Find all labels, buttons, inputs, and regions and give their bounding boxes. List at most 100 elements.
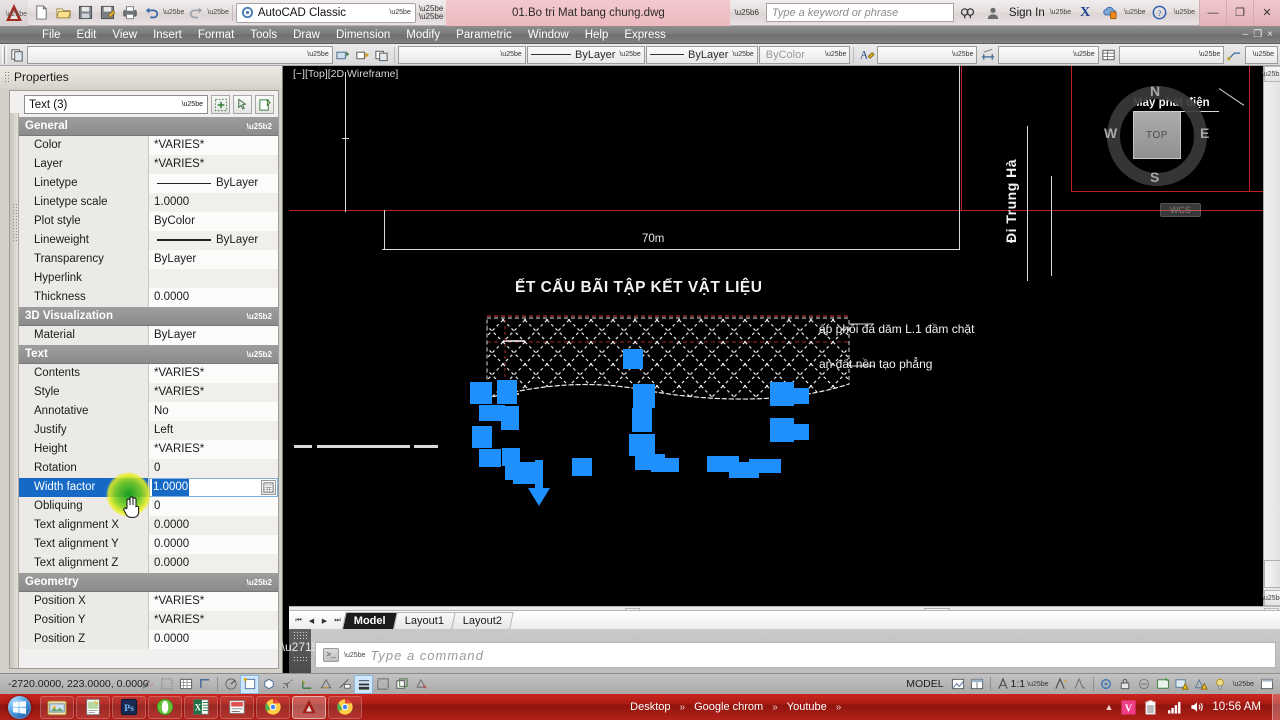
- open-icon[interactable]: [53, 2, 74, 23]
- property-value[interactable]: *VARIES*: [149, 154, 278, 174]
- auto-scale-icon[interactable]: [1071, 675, 1090, 694]
- menu-item-draw[interactable]: Draw: [285, 26, 328, 44]
- collapse-icon[interactable]: \u25b2: [247, 312, 272, 321]
- doc-minimize-button[interactable]: –: [1243, 29, 1249, 40]
- property-value[interactable]: *VARIES*: [149, 382, 278, 402]
- selection-grip[interactable]: [501, 406, 519, 430]
- tray-expand-icon[interactable]: ▲: [1104, 702, 1113, 712]
- category-geometry[interactable]: Geometry \u25b2: [19, 573, 278, 592]
- menu-item-modify[interactable]: Modify: [398, 26, 448, 44]
- toggle-pickadd-button[interactable]: [255, 95, 274, 114]
- quick-select-button[interactable]: [211, 95, 230, 114]
- chevron-down-icon[interactable]: \u25be: [1253, 51, 1274, 58]
- selected-drawing-detail[interactable]: [459, 276, 1019, 451]
- palette-side-bar[interactable]: [10, 113, 19, 668]
- ucs-indicator[interactable]: WCS: [1160, 203, 1201, 217]
- command-input[interactable]: >_ \u25be Type a command: [315, 642, 1276, 668]
- scroll-down-button[interactable]: \u25bc: [1262, 590, 1280, 606]
- taskbar-chrome-2[interactable]: [328, 695, 362, 719]
- category-general[interactable]: General \u25b2: [19, 117, 278, 136]
- first-layout-button[interactable]: ⏮: [292, 612, 305, 629]
- menu-item-insert[interactable]: Insert: [145, 26, 190, 44]
- unikey-tray-icon[interactable]: V: [1120, 699, 1136, 715]
- property-value[interactable]: Left: [149, 420, 278, 440]
- menu-item-format[interactable]: Format: [190, 26, 242, 44]
- lineweight-toggle[interactable]: [354, 674, 373, 694]
- property-value[interactable]: 1.0000: [149, 192, 278, 212]
- collapse-icon[interactable]: \u25b2: [247, 122, 272, 131]
- toolbar-youtube-label[interactable]: Youtube: [782, 701, 832, 713]
- menu-item-tools[interactable]: Tools: [242, 26, 285, 44]
- show-desktop-button[interactable]: [1271, 694, 1280, 720]
- property-row-text-alignment-x[interactable]: Text alignment X 0.0000: [19, 515, 278, 535]
- selection-type-combo[interactable]: Text (3) \u25be: [24, 95, 208, 114]
- chevron-down-icon[interactable]: \u25be: [732, 51, 753, 58]
- property-row-plot-style[interactable]: Plot style ByColor: [19, 211, 278, 231]
- allow-ucs-toggle[interactable]: [297, 675, 316, 694]
- exchange-apps-icon[interactable]: X: [1074, 2, 1096, 24]
- collapse-icon[interactable]: \u25b2: [247, 350, 272, 359]
- volume-tray-icon[interactable]: [1189, 699, 1205, 715]
- property-row-width-factor[interactable]: Width factor 1.0000: [19, 477, 278, 497]
- user-account-icon[interactable]: [982, 2, 1004, 24]
- tab-layout2[interactable]: Layout2: [451, 612, 514, 629]
- tab-model[interactable]: Model: [342, 612, 398, 629]
- layer-previous-icon[interactable]: [334, 45, 352, 64]
- property-value[interactable]: 0.0000: [149, 629, 278, 649]
- help-icon[interactable]: ?: [1149, 2, 1171, 24]
- vertical-scroll-thumb[interactable]: [1264, 560, 1280, 588]
- plot-icon[interactable]: [119, 2, 140, 23]
- plotstyle-combo[interactable]: ByColor \u25be: [758, 45, 851, 64]
- property-value[interactable]: [149, 268, 278, 288]
- autodesk-360-icon[interactable]: [1099, 2, 1121, 24]
- chevron-right-icon[interactable]: »: [680, 702, 686, 713]
- property-value[interactable]: 0.0000: [149, 515, 278, 535]
- selection-grip[interactable]: [632, 408, 652, 432]
- command-line-handle[interactable]: \u2715: [282, 629, 318, 673]
- signin-dropdown-icon[interactable]: \u25be: [1050, 9, 1071, 16]
- redo-icon[interactable]: [185, 2, 206, 23]
- menu-item-help[interactable]: Help: [577, 26, 617, 44]
- dimstyle-combo[interactable]: \u25be: [997, 45, 1099, 64]
- menu-item-window[interactable]: Window: [520, 26, 577, 44]
- table-style-icon[interactable]: [1100, 45, 1118, 64]
- property-row-style[interactable]: Style *VARIES*: [19, 382, 278, 402]
- property-row-layer[interactable]: Layer *VARIES*: [19, 154, 278, 174]
- start-button[interactable]: [0, 694, 38, 720]
- annotation-alert-icon[interactable]: [1192, 675, 1211, 694]
- clean-screen-icon[interactable]: [1257, 675, 1276, 694]
- collapse-icon[interactable]: \u25b2: [247, 578, 272, 587]
- toolbar-google-chrome-label[interactable]: Google chrom: [689, 701, 768, 713]
- taskbar-chrome-1[interactable]: [256, 695, 290, 719]
- infer-constraints-toggle[interactable]: [138, 675, 157, 694]
- property-row-thickness[interactable]: Thickness 0.0000: [19, 287, 278, 307]
- doc-restore-button[interactable]: ❐: [1253, 29, 1262, 40]
- chevron-down-icon[interactable]: \u25be: [619, 51, 640, 58]
- property-row-rotation[interactable]: Rotation 0: [19, 458, 278, 478]
- property-row-text-alignment-y[interactable]: Text alignment Y 0.0000: [19, 534, 278, 554]
- isolate-objects-icon[interactable]: [1135, 675, 1154, 694]
- chevron-down-icon[interactable]: \u25be: [1199, 51, 1220, 58]
- network-tray-icon[interactable]: [1166, 699, 1182, 715]
- layer-make-current-icon[interactable]: [353, 45, 371, 64]
- property-row-height[interactable]: Height *VARIES*: [19, 439, 278, 459]
- layer-combo[interactable]: \u25be: [27, 45, 333, 64]
- chevron-down-icon[interactable]: \u25be: [1073, 51, 1094, 58]
- properties-grid[interactable]: General \u25b2 Color *VARIES* Layer *VAR…: [19, 117, 278, 655]
- selection-grip[interactable]: [749, 459, 781, 473]
- taskbar-unikey[interactable]: [220, 695, 254, 719]
- chevron-down-icon[interactable]: \u25be: [1027, 681, 1048, 688]
- selection-grip[interactable]: [470, 382, 492, 404]
- taskbar-clock[interactable]: 10:56 AM: [1212, 701, 1261, 713]
- property-row-position-z[interactable]: Position Z 0.0000: [19, 629, 278, 649]
- layout-icon[interactable]: [968, 675, 987, 694]
- property-value[interactable]: *VARIES*: [149, 439, 278, 459]
- property-value[interactable]: No: [149, 401, 278, 421]
- property-value[interactable]: ByLayer: [149, 325, 278, 345]
- selection-grip[interactable]: [572, 458, 592, 476]
- chevron-down-icon[interactable]: \u25be: [500, 51, 521, 58]
- chevron-down-icon[interactable]: \u25be: [952, 51, 973, 58]
- color-combo[interactable]: \u25be: [397, 45, 526, 64]
- lock-toolbars-icon[interactable]: [1116, 675, 1135, 694]
- doc-close-button[interactable]: ×: [1267, 29, 1273, 40]
